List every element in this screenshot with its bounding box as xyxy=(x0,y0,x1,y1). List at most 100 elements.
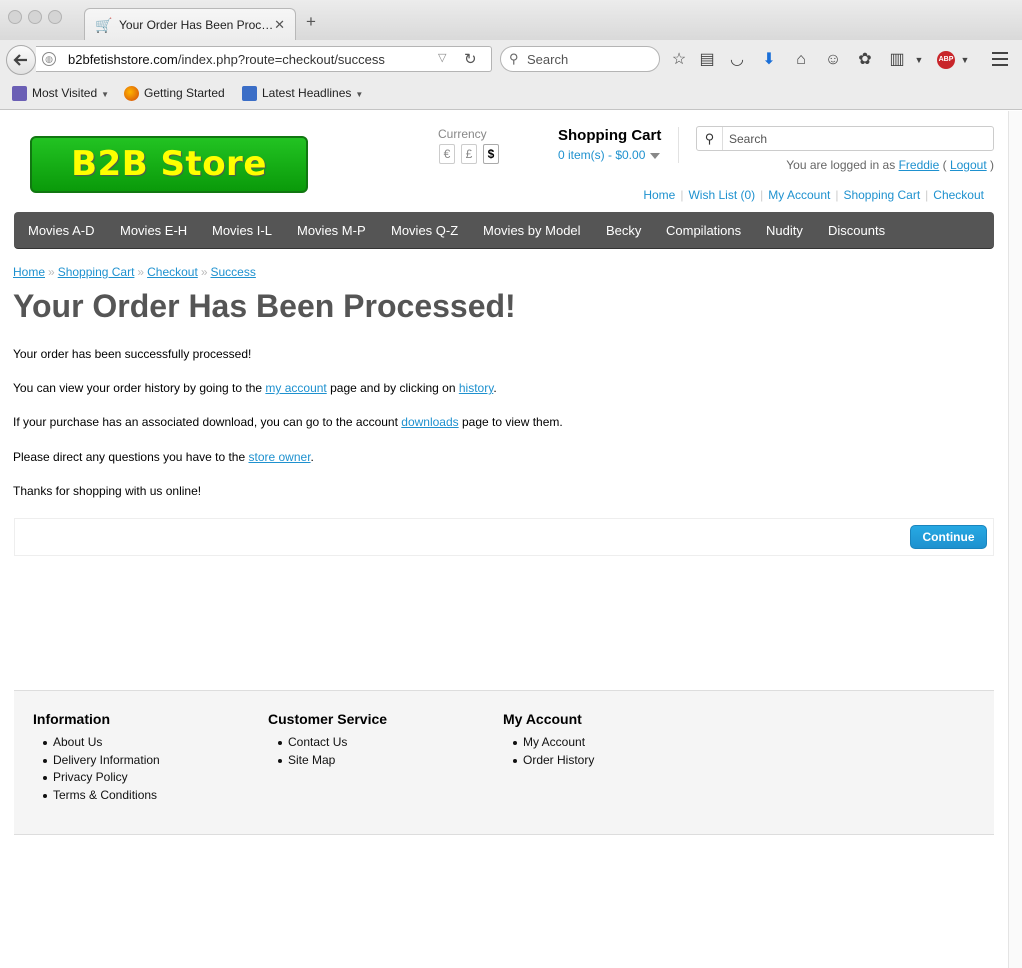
footer-link-delivery[interactable]: Delivery Information xyxy=(43,752,160,770)
currency-label: Currency xyxy=(438,127,487,141)
logo-text: B2B Store xyxy=(71,144,267,184)
footer-link-terms[interactable]: Terms & Conditions xyxy=(43,787,160,805)
footer-heading: My Account xyxy=(503,711,582,727)
breadcrumb-checkout[interactable]: Checkout xyxy=(147,265,198,279)
downloads-message: If your purchase has an associated downl… xyxy=(13,415,563,429)
footer-link-order-history[interactable]: Order History xyxy=(513,752,594,770)
shopping-cart-link[interactable]: Shopping Cart xyxy=(843,188,920,202)
folder-icon xyxy=(12,86,27,102)
browser-search-input[interactable]: ⚲ Search xyxy=(500,46,660,72)
home-icon[interactable]: ⌂ xyxy=(790,49,812,71)
caret-down-icon xyxy=(650,152,661,159)
url-text: b2bfetishstore.com/index.php?route=check… xyxy=(68,52,385,67)
menu-item-discounts[interactable]: Discounts xyxy=(828,223,885,238)
menu-icon[interactable] xyxy=(992,52,1008,66)
thanks-message: Thanks for shopping with us online! xyxy=(13,484,202,498)
footer: Information About Us Delivery Informatio… xyxy=(14,690,994,835)
bookmark-latest-headlines[interactable]: Latest Headlines ▼ xyxy=(242,86,363,102)
back-arrow-icon xyxy=(13,54,27,66)
my-account-link[interactable]: My Account xyxy=(768,188,830,202)
footer-information: Information About Us Delivery Informatio… xyxy=(33,711,160,804)
currency-dollar-button[interactable]: $ xyxy=(483,144,499,164)
menu-item-movies-e-h[interactable]: Movies E-H xyxy=(120,223,187,238)
cart-icon: 🛒 xyxy=(95,17,113,33)
order-history-message: You can view your order history by going… xyxy=(13,381,497,395)
search-icon: ⚲ xyxy=(509,51,519,66)
clipboard-icon[interactable]: ▥ xyxy=(886,49,908,71)
questions-message: Please direct any questions you have to … xyxy=(13,450,314,464)
site-search-input[interactable]: ⚲ Search xyxy=(696,126,994,151)
bookmark-getting-started[interactable]: Getting Started xyxy=(124,86,225,102)
footer-link-privacy[interactable]: Privacy Policy xyxy=(43,769,160,787)
pocket-icon[interactable]: ◡ xyxy=(726,49,748,71)
footer-link-my-account[interactable]: My Account xyxy=(513,734,594,752)
close-tab-icon[interactable]: ✕ xyxy=(274,17,285,33)
cart-title: Shopping Cart xyxy=(558,127,662,144)
page-scrollbar[interactable] xyxy=(1008,111,1022,968)
store-owner-inline-link[interactable]: store owner xyxy=(249,450,311,464)
tab-title: Your Order Has Been Proc… xyxy=(119,18,274,32)
globe-icon: ◍ xyxy=(42,52,56,66)
home-link[interactable]: Home xyxy=(643,188,675,202)
login-status: You are logged in as Freddie ( Logout ) xyxy=(786,158,994,172)
rss-icon xyxy=(242,86,257,102)
checkout-link[interactable]: Checkout xyxy=(933,188,984,202)
minimize-window-button[interactable] xyxy=(28,10,42,24)
reload-icon[interactable]: ↻ xyxy=(464,50,477,68)
history-dropdown-icon[interactable]: ▽ xyxy=(438,51,446,64)
browser-titlebar: 🛒 Your Order Has Been Proc… ✕ + xyxy=(0,0,1022,41)
buttons-bar: Continue xyxy=(14,518,994,556)
footer-link-sitemap[interactable]: Site Map xyxy=(278,752,387,770)
bookmarks-toolbar: Most Visited ▼ Getting Started Latest Hea… xyxy=(0,79,1022,110)
footer-customer-service: Customer Service Contact Us Site Map xyxy=(268,711,387,769)
bookmark-star-icon[interactable]: ☆ xyxy=(668,49,690,71)
back-button[interactable] xyxy=(6,45,36,75)
browser-search-placeholder: Search xyxy=(527,52,569,67)
footer-link-contact[interactable]: Contact Us xyxy=(278,734,387,752)
store-logo[interactable]: B2B Store xyxy=(30,136,308,193)
downloads-inline-link[interactable]: downloads xyxy=(401,415,458,429)
footer-link-about-us[interactable]: About Us xyxy=(43,734,160,752)
browser-tab[interactable]: 🛒 Your Order Has Been Proc… ✕ xyxy=(84,8,296,41)
reading-list-icon[interactable]: ▤ xyxy=(696,49,718,71)
cart-summary-dropdown[interactable]: 0 item(s) - $0.00 xyxy=(558,148,661,162)
zoom-window-button[interactable] xyxy=(48,10,62,24)
breadcrumb-success[interactable]: Success xyxy=(211,265,256,279)
username-link[interactable]: Freddie xyxy=(899,158,940,172)
url-bar[interactable]: ◍ b2bfetishstore.com/index.php?route=che… xyxy=(36,46,492,72)
menu-item-nudity[interactable]: Nudity xyxy=(766,223,803,238)
currency-pound-button[interactable]: £ xyxy=(461,144,477,164)
footer-heading: Information xyxy=(33,711,110,727)
new-tab-button[interactable]: + xyxy=(306,13,316,30)
search-icon[interactable]: ⚲ xyxy=(697,127,723,150)
chat-icon[interactable]: ☺ xyxy=(822,49,844,71)
history-inline-link[interactable]: history xyxy=(459,381,493,395)
breadcrumb-shopping-cart[interactable]: Shopping Cart xyxy=(58,265,135,279)
wishlist-link[interactable]: Wish List (0) xyxy=(688,188,755,202)
menu-item-movies-a-d[interactable]: Movies A-D xyxy=(28,223,94,238)
category-menu: Movies A-D Movies E-H Movies I-L Movies … xyxy=(14,212,994,249)
clipboard-dropdown-icon[interactable]: ▼ xyxy=(908,49,930,71)
my-account-inline-link[interactable]: my account xyxy=(265,381,326,395)
menu-item-movies-by-model[interactable]: Movies by Model xyxy=(483,223,581,238)
top-links: Home | Wish List (0) | My Account | Shopping C… xyxy=(643,188,984,202)
breadcrumb-home[interactable]: Home xyxy=(13,265,45,279)
extension-icon[interactable]: ✿ xyxy=(854,49,876,71)
logout-link[interactable]: Logout xyxy=(950,158,987,172)
web-page: B2B Store Currency € £ $ Shopping Cart 0… xyxy=(0,111,1008,968)
download-icon[interactable]: ⬇ xyxy=(758,49,780,71)
continue-button[interactable]: Continue xyxy=(910,525,987,549)
footer-heading: Customer Service xyxy=(268,711,388,727)
adblock-dropdown-icon[interactable]: ▼ xyxy=(954,49,976,71)
menu-item-compilations[interactable]: Compilations xyxy=(666,223,741,238)
menu-item-movies-i-l[interactable]: Movies I-L xyxy=(212,223,272,238)
site-search-placeholder: Search xyxy=(729,132,768,146)
currency-euro-button[interactable]: € xyxy=(439,144,455,164)
menu-item-movies-q-z[interactable]: Movies Q-Z xyxy=(391,223,458,238)
menu-item-becky[interactable]: Becky xyxy=(606,223,641,238)
adblock-icon[interactable]: ABP xyxy=(937,51,955,69)
close-window-button[interactable] xyxy=(8,10,22,24)
footer-my-account: My Account My Account Order History xyxy=(503,711,594,769)
bookmark-most-visited[interactable]: Most Visited ▼ xyxy=(12,86,109,102)
menu-item-movies-m-p[interactable]: Movies M-P xyxy=(297,223,366,238)
